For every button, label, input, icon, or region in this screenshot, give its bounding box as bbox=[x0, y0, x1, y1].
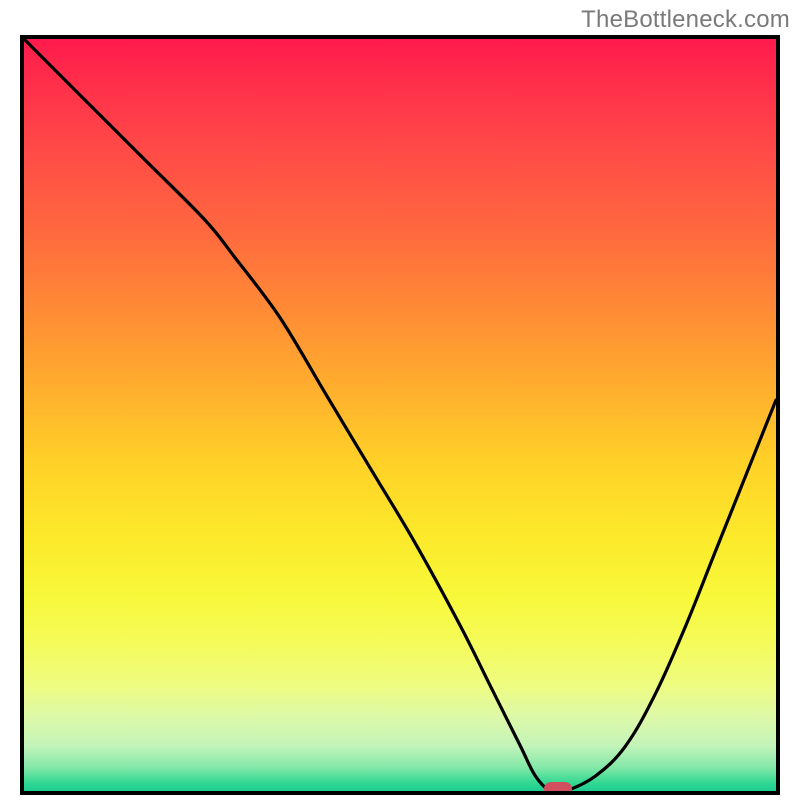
optimal-point-marker bbox=[544, 782, 572, 795]
chart-container: TheBottleneck.com bbox=[0, 0, 800, 800]
plot-frame bbox=[20, 35, 780, 795]
bottleneck-curve bbox=[24, 39, 776, 791]
watermark-text: TheBottleneck.com bbox=[581, 6, 790, 34]
